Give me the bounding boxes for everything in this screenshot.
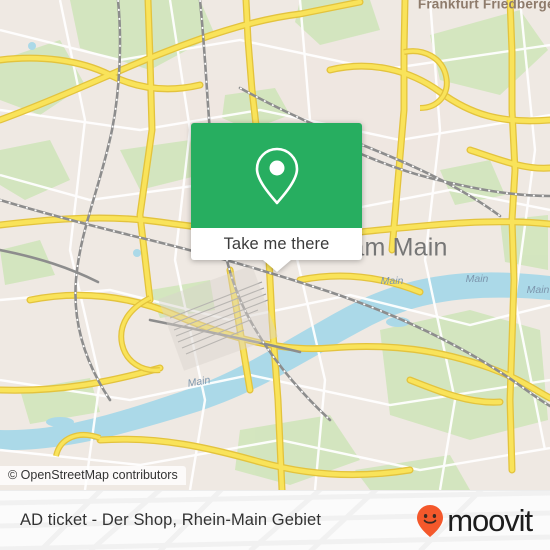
page-title: AD ticket - Der Shop, Rhein-Main Gebiet: [20, 511, 322, 529]
popup-tail: [262, 260, 291, 272]
take-me-there-button[interactable]: Take me there: [191, 228, 362, 260]
moovit-wordmark: moovit: [447, 502, 533, 538]
take-me-there-label: Take me there: [223, 234, 330, 253]
moovit-map-screenshot: Frankfurt Friedberger am Main Main Main …: [0, 0, 550, 550]
moovit-smiley-pin-icon: [417, 504, 444, 537]
moovit-logo[interactable]: moovit: [416, 502, 533, 538]
popup-icon-area: [191, 123, 362, 228]
location-popup-card[interactable]: Take me there: [191, 123, 362, 272]
map-canvas[interactable]: Frankfurt Friedberger am Main Main Main …: [0, 0, 550, 490]
footer-bar: AD ticket - Der Shop, Rhein-Main Gebiet …: [0, 490, 550, 550]
osm-attribution[interactable]: © OpenStreetMap contributors: [0, 466, 186, 485]
map-pin-icon: [255, 147, 298, 204]
